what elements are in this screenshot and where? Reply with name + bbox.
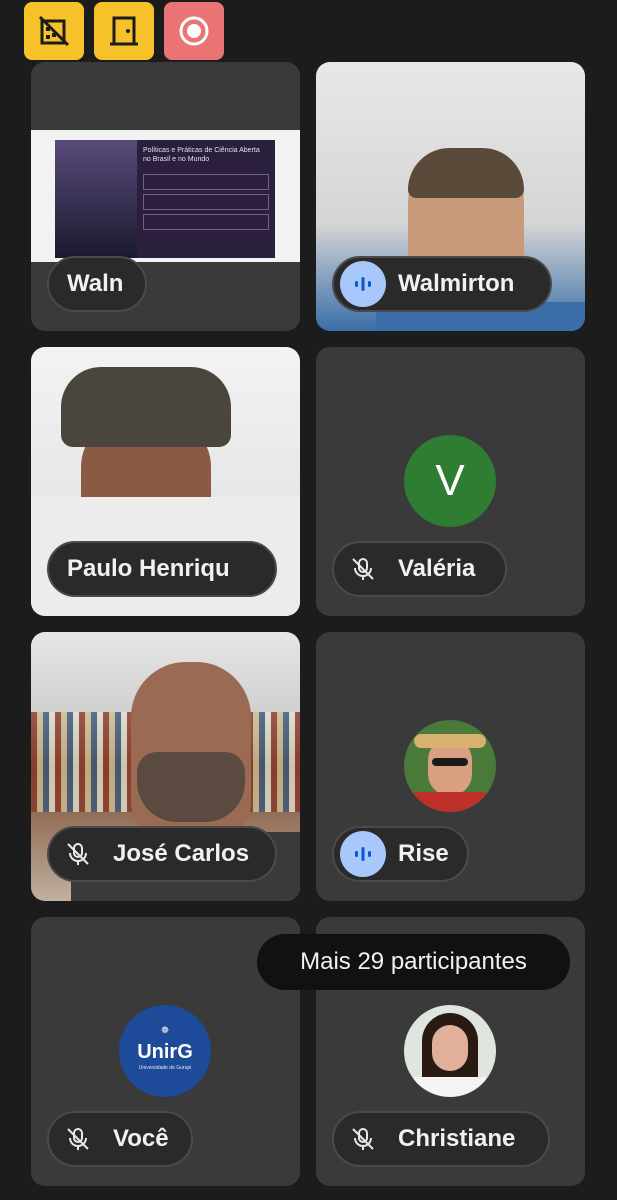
participant-tile-paulo[interactable]: Paulo Henriqu xyxy=(31,347,300,616)
slide-title: Políticas e Práticas de Ciência Aberta n… xyxy=(143,147,260,163)
avatar xyxy=(404,720,496,812)
mic-off-icon xyxy=(340,546,386,592)
mic-off-icon xyxy=(55,831,101,877)
participant-name: Walmirton xyxy=(398,270,515,297)
participant-name: José Carlos xyxy=(113,840,250,867)
participant-name: Christiane xyxy=(398,1125,516,1152)
participant-tile-walmirton[interactable]: Walmirton xyxy=(316,62,585,331)
camera-off-icon xyxy=(38,15,70,47)
participant-tile-screenshare[interactable]: Políticas e Práticas de Ciência Aberta n… xyxy=(31,62,300,331)
logo-text: UnirG xyxy=(137,1041,193,1063)
participant-name: Você xyxy=(113,1125,169,1152)
mic-off-icon xyxy=(340,1116,386,1162)
participant-tile-rise[interactable]: Rise xyxy=(316,632,585,901)
participant-name: Valéria xyxy=(398,555,476,582)
participant-tile-valeria[interactable]: V Valéria xyxy=(316,347,585,616)
speaking-indicator-icon xyxy=(340,261,386,307)
camera-off-button[interactable] xyxy=(24,2,84,60)
participant-tile-jose-carlos[interactable]: José Carlos xyxy=(31,632,300,901)
participant-name-pill: Waln xyxy=(47,256,147,312)
participant-name: Paulo Henriqu xyxy=(67,555,230,582)
avatar xyxy=(404,1005,496,1097)
participant-name-pill: Walmirton xyxy=(332,256,552,312)
participant-name-pill: Christiane xyxy=(332,1111,550,1167)
logo-symbol-icon: ❁ xyxy=(161,1025,169,1035)
leave-button[interactable] xyxy=(94,2,154,60)
more-participants-tooltip[interactable]: Mais 29 participantes xyxy=(257,934,570,990)
participant-name-pill: Paulo Henriqu xyxy=(47,541,277,597)
avatar: V xyxy=(404,435,496,527)
participant-name: Rise xyxy=(398,840,449,867)
participant-name-pill: José Carlos xyxy=(47,826,277,882)
unirg-logo: ❁ UnirG Universidade de Gurupi xyxy=(119,1005,211,1097)
participant-name-pill: Você xyxy=(47,1111,193,1167)
logo-subtext: Universidade de Gurupi xyxy=(138,1065,192,1071)
record-icon xyxy=(179,16,209,46)
speaking-indicator-icon xyxy=(340,831,386,877)
record-button[interactable] xyxy=(164,2,224,60)
participant-name: Waln xyxy=(67,270,124,297)
participant-name-pill: Valéria xyxy=(332,541,507,597)
door-exit-icon xyxy=(110,16,138,46)
mic-off-icon xyxy=(55,1116,101,1162)
participant-name-pill: Rise xyxy=(332,826,469,882)
